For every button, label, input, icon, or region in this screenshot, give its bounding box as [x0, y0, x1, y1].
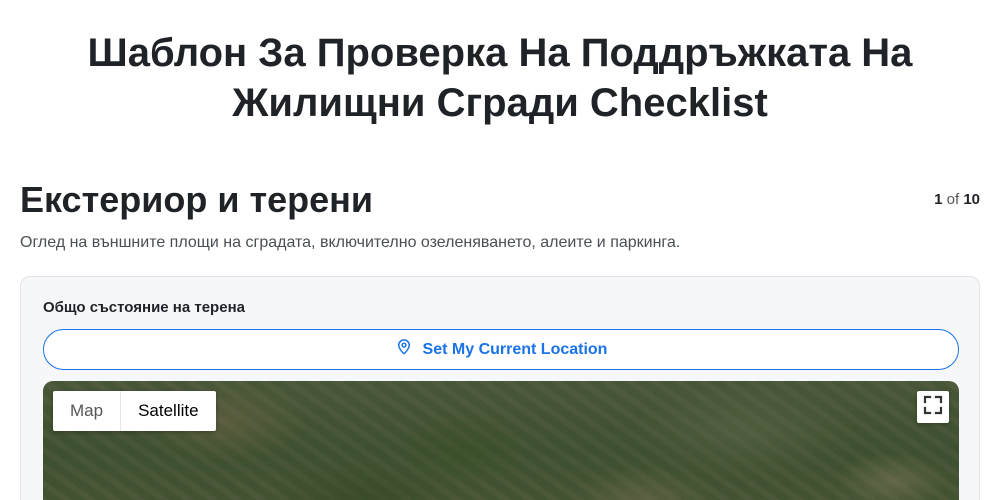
field-label: Общо състояние на терена — [43, 299, 245, 316]
section-title: Екстериор и терени — [20, 179, 374, 220]
section-description: Оглед на външните площи на сградата, вкл… — [20, 234, 681, 251]
fullscreen-icon — [923, 395, 943, 420]
fullscreen-button[interactable] — [917, 391, 949, 423]
section-pager: 1 of 10 — [934, 190, 980, 210]
pager-of: of — [946, 191, 960, 208]
location-pin-icon — [395, 338, 413, 361]
map-type-toggle: Map Satellite — [53, 391, 216, 431]
map-type-satellite[interactable]: Satellite — [121, 391, 215, 431]
question-card: Общо състояние на терена Set My Current … — [20, 276, 980, 500]
set-location-button[interactable]: Set My Current Location — [43, 329, 959, 370]
set-location-label: Set My Current Location — [422, 340, 608, 358]
map-type-map[interactable]: Map — [53, 391, 122, 431]
pager-current: 1 — [934, 191, 943, 208]
satellite-map[interactable]: Map Satellite — [43, 381, 959, 500]
pager-total: 10 — [963, 191, 980, 208]
page-title: Шаблон За Проверка На Поддръжката На Жил… — [87, 31, 913, 125]
